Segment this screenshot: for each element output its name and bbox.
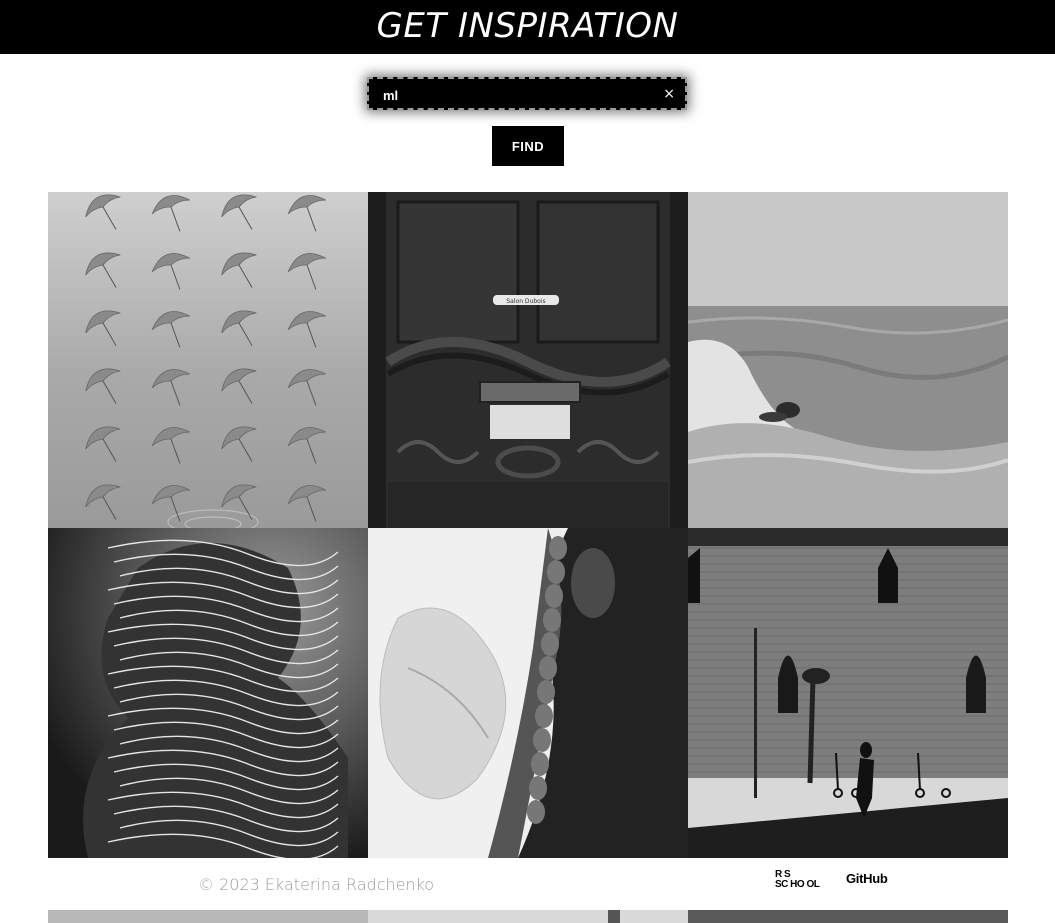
door-plate-text: Salon Dubois: [506, 298, 545, 305]
photo-door[interactable]: Salon Dubois: [368, 192, 688, 528]
next-row-photos: [48, 910, 1008, 923]
github-link[interactable]: GitHub: [846, 871, 888, 886]
rs-school-logo[interactable]: R S SC HO OL: [775, 870, 831, 892]
clear-icon[interactable]: ×: [663, 86, 675, 102]
photo-brick-wall[interactable]: [688, 528, 1008, 858]
photo-gallery: Salon Dubois: [48, 192, 1008, 858]
find-button[interactable]: FIND: [492, 126, 564, 166]
photo-surfer[interactable]: [688, 192, 1008, 528]
search-input[interactable]: [383, 85, 653, 105]
rs-logo-line2: SC HO OL: [775, 879, 820, 890]
page-title: GET INSPIRATION: [376, 6, 679, 46]
header-bar: GET INSPIRATION: [0, 0, 1055, 54]
search-box: ×: [367, 77, 687, 110]
copyright-text: © 2023 Ekaterina Radchenko: [198, 875, 435, 894]
photo-abstract-head[interactable]: [48, 528, 368, 858]
photo-umbrellas[interactable]: [48, 192, 368, 528]
photo-braid[interactable]: [368, 528, 688, 858]
